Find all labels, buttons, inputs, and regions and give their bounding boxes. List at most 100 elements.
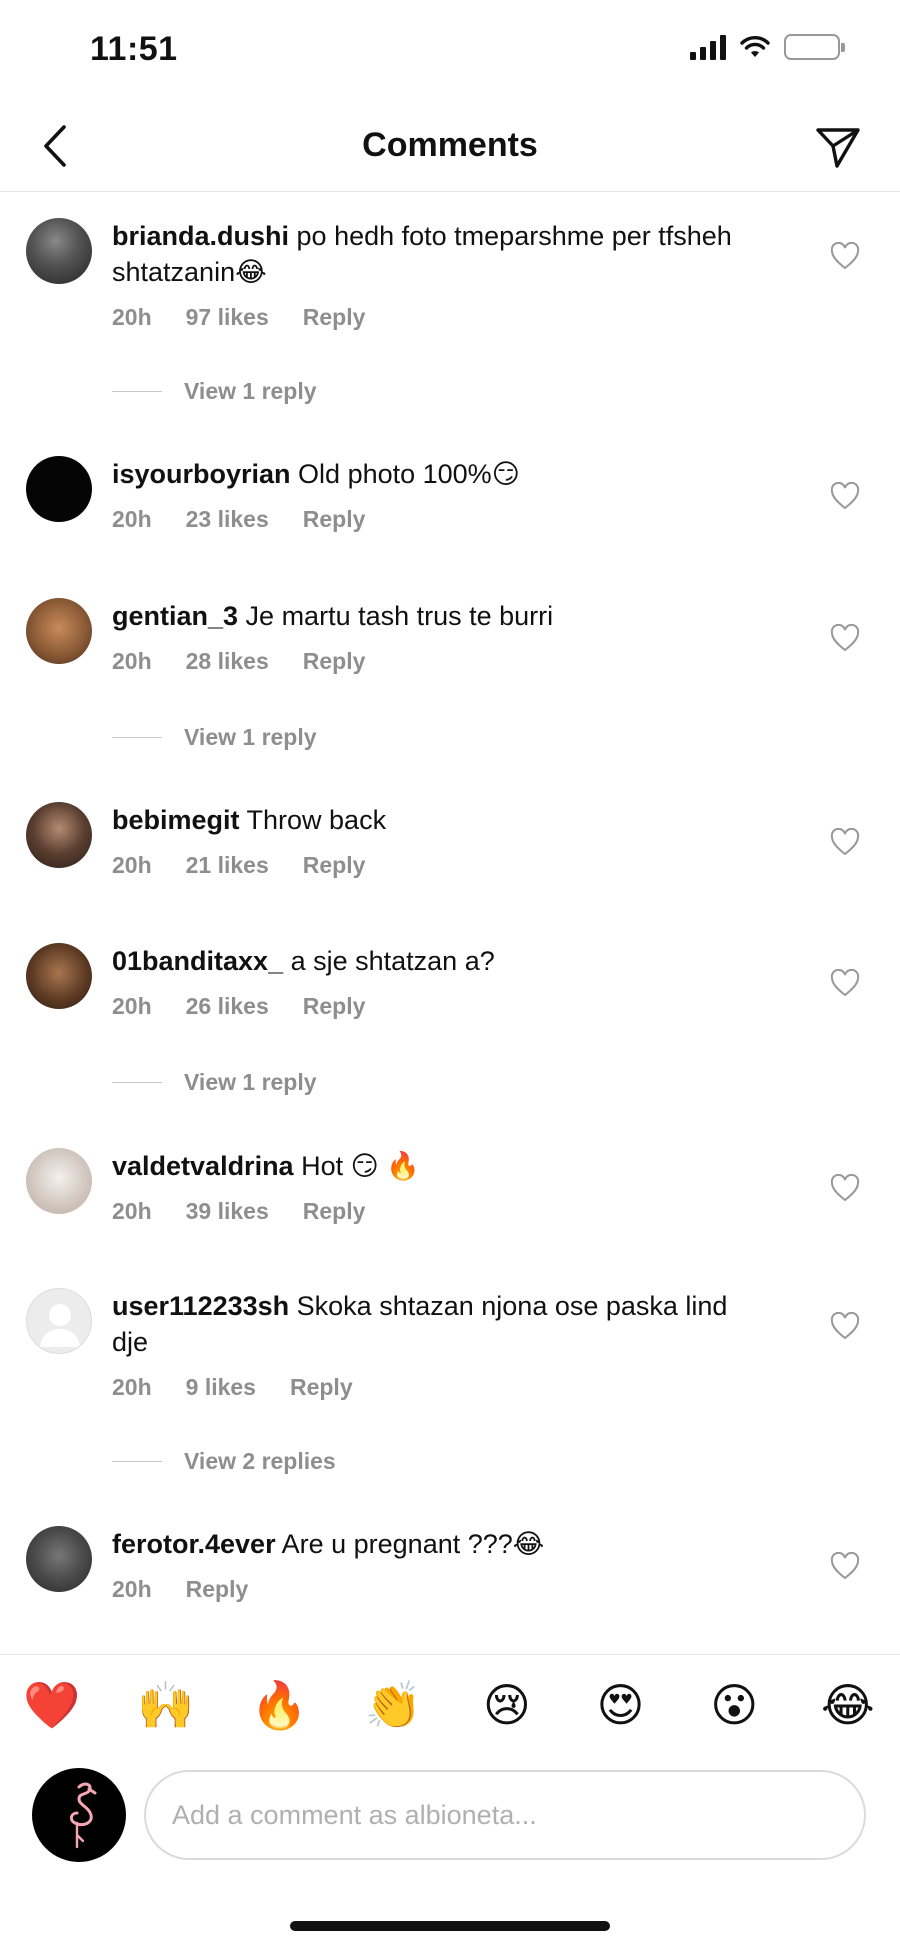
- status-icons: [690, 34, 845, 60]
- comment-body: gentian_3 Je martu tash trus te burri 20…: [112, 598, 762, 675]
- view-replies-button[interactable]: View 1 reply: [112, 1069, 317, 1096]
- view-replies-label: View 1 reply: [184, 724, 317, 750]
- comment-body: user112233sh Skoka shtazan njona ose pas…: [112, 1288, 762, 1401]
- comment-meta: 20h 9 likes Reply: [112, 1374, 762, 1401]
- heart-icon[interactable]: [830, 624, 860, 652]
- home-indicator[interactable]: [290, 1921, 610, 1931]
- view-replies-label: View 1 reply: [184, 378, 317, 404]
- comment-time: 20h: [112, 1576, 152, 1602]
- heart-icon[interactable]: [830, 828, 860, 856]
- comment-username[interactable]: bebimegit: [112, 805, 240, 835]
- comment-time: 20h: [112, 1374, 152, 1400]
- comment-composer: [0, 1766, 900, 1862]
- comment-username[interactable]: valdetvaldrina: [112, 1151, 294, 1181]
- emoji-heart-eyes-button[interactable]: 😍: [591, 1675, 651, 1735]
- share-button[interactable]: [810, 120, 866, 176]
- view-replies-label: View 1 reply: [184, 1069, 317, 1095]
- comment-message: Throw back: [239, 805, 387, 835]
- view-replies-label: View 2 replies: [184, 1448, 336, 1474]
- view-replies-button[interactable]: View 1 reply: [112, 724, 317, 751]
- comment-likes[interactable]: 23 likes: [186, 506, 269, 533]
- comment-text: valdetvaldrina Hot 😏 🔥: [112, 1148, 762, 1184]
- heart-icon[interactable]: [830, 1312, 860, 1340]
- reply-button[interactable]: Reply: [290, 1374, 353, 1401]
- default-avatar[interactable]: [26, 1288, 92, 1354]
- heart-icon[interactable]: [830, 1552, 860, 1580]
- comment-username[interactable]: gentian_3: [112, 601, 238, 631]
- wifi-icon: [740, 36, 770, 57]
- avatar[interactable]: [26, 598, 92, 664]
- reply-button[interactable]: Reply: [303, 506, 366, 533]
- comment-body: isyourboyrian Old photo 100%😏 20h 23 lik…: [112, 456, 762, 533]
- comment-body: valdetvaldrina Hot 😏 🔥 20h 39 likes Repl…: [112, 1148, 762, 1225]
- comment-time: 20h: [112, 852, 152, 878]
- emoji-fire-button[interactable]: 🔥: [249, 1675, 309, 1735]
- heart-icon[interactable]: [830, 482, 860, 510]
- comment-text: 01banditaxx_ a sje shtatzan a?: [112, 943, 762, 979]
- reply-button[interactable]: Reply: [303, 993, 366, 1020]
- comment-meta: 20h 26 likes Reply: [112, 993, 762, 1020]
- reply-button[interactable]: Reply: [303, 1198, 366, 1225]
- comment-text: bebimegit Throw back: [112, 802, 762, 838]
- current-user-avatar: [32, 1768, 126, 1862]
- status-bar: 11:51: [0, 0, 900, 100]
- comment-likes[interactable]: 9 likes: [186, 1374, 256, 1401]
- comment-meta: 20h Reply: [112, 1576, 762, 1603]
- comment-message: Old photo 100%😏: [290, 459, 520, 489]
- comment-likes[interactable]: 21 likes: [186, 852, 269, 879]
- comment-meta: 20h 28 likes Reply: [112, 648, 762, 675]
- status-time: 11:51: [90, 30, 178, 68]
- comment-meta: 20h 39 likes Reply: [112, 1198, 762, 1225]
- comment-text: user112233sh Skoka shtazan njona ose pas…: [112, 1288, 762, 1360]
- emoji-surprised-button[interactable]: 😮: [704, 1675, 764, 1735]
- comment-message: a sje shtatzan a?: [283, 946, 495, 976]
- comment-likes[interactable]: 28 likes: [186, 648, 269, 675]
- comment-input[interactable]: [144, 1770, 866, 1860]
- heart-icon[interactable]: [830, 1174, 860, 1202]
- emoji-laughing-button[interactable]: 😂: [818, 1675, 878, 1735]
- reply-button[interactable]: Reply: [303, 648, 366, 675]
- comment-time: 20h: [112, 1198, 152, 1224]
- comment-username[interactable]: isyourboyrian: [112, 459, 291, 489]
- emoji-raised-hands-button[interactable]: 🙌: [136, 1675, 196, 1735]
- comment-username[interactable]: 01banditaxx_: [112, 946, 283, 976]
- heart-icon[interactable]: [830, 242, 860, 270]
- avatar[interactable]: [26, 218, 92, 284]
- comment-likes[interactable]: 26 likes: [186, 993, 269, 1020]
- comment-body: brianda.dushi po hedh foto tmeparshme pe…: [112, 218, 762, 331]
- emoji-clap-button[interactable]: 👏: [363, 1675, 423, 1735]
- avatar[interactable]: [26, 1148, 92, 1214]
- reply-button[interactable]: Reply: [303, 852, 366, 879]
- comment-message: Hot 😏 🔥: [293, 1151, 420, 1181]
- comment-username[interactable]: user112233sh: [112, 1291, 289, 1321]
- flamingo-icon: [69, 1782, 97, 1849]
- comment-time: 20h: [112, 304, 152, 330]
- avatar[interactable]: [26, 943, 92, 1009]
- page-title: Comments: [362, 126, 538, 164]
- comment-likes[interactable]: 97 likes: [186, 304, 269, 331]
- comment-text: ferotor.4ever Are u pregnant ???😂: [112, 1526, 762, 1562]
- avatar[interactable]: [26, 1526, 92, 1592]
- view-replies-button[interactable]: View 1 reply: [112, 378, 317, 405]
- emoji-crying-button[interactable]: 😢: [477, 1675, 537, 1735]
- reply-button[interactable]: Reply: [186, 1576, 249, 1603]
- comment-username[interactable]: ferotor.4ever: [112, 1529, 276, 1559]
- comment-text: gentian_3 Je martu tash trus te burri: [112, 598, 762, 634]
- heart-icon[interactable]: [830, 969, 860, 997]
- avatar[interactable]: [26, 456, 92, 522]
- comment-time: 20h: [112, 648, 152, 674]
- emoji-heart-button[interactable]: ❤️: [22, 1675, 82, 1735]
- reply-button[interactable]: Reply: [303, 304, 366, 331]
- avatar[interactable]: [26, 802, 92, 868]
- cellular-signal-icon: [690, 34, 726, 60]
- person-silhouette-icon: [40, 1304, 80, 1347]
- comment-likes[interactable]: 39 likes: [186, 1198, 269, 1225]
- header: Comments: [0, 100, 900, 192]
- emoji-bar: ❤️ 🙌 🔥 👏 😢 😍 😮 😂: [0, 1654, 900, 1754]
- view-replies-button[interactable]: View 2 replies: [112, 1448, 336, 1475]
- comment-message: Are u pregnant ???😂: [275, 1529, 545, 1559]
- comment-text: isyourboyrian Old photo 100%😏: [112, 456, 762, 492]
- comment-username[interactable]: brianda.dushi: [112, 221, 289, 251]
- comment-text: brianda.dushi po hedh foto tmeparshme pe…: [112, 218, 762, 290]
- comment-body: bebimegit Throw back 20h 21 likes Reply: [112, 802, 762, 879]
